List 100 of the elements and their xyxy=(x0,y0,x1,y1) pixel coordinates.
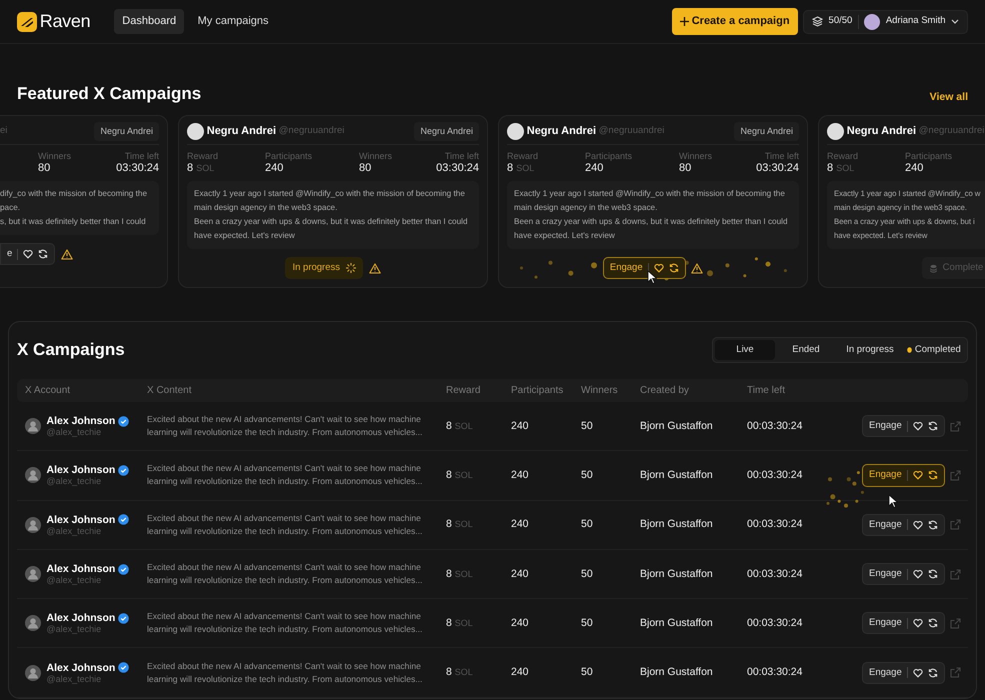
cursor-icon xyxy=(888,494,898,508)
filter-tab[interactable]: Ended xyxy=(775,340,837,360)
heart-icon xyxy=(23,249,34,259)
nav-link[interactable]: Dashboard xyxy=(114,9,184,34)
external-link-icon[interactable] xyxy=(950,667,962,678)
time-left-value: 00:03:30:24 xyxy=(747,469,802,482)
engage-button[interactable]: e xyxy=(0,242,56,266)
winners-value: 50 xyxy=(581,616,593,629)
logo-icon xyxy=(17,12,37,32)
filter-tab[interactable]: In progress xyxy=(837,340,903,360)
external-link-icon[interactable] xyxy=(950,618,962,629)
creator-tag: Negru Andrei xyxy=(734,122,799,142)
repeat-icon xyxy=(928,569,938,580)
user-silhouette-icon xyxy=(25,467,41,484)
time-left-value: 00:03:30:24 xyxy=(747,666,802,678)
stat-value: 03:30:24 xyxy=(436,162,479,175)
engage-button[interactable]: Engage xyxy=(862,415,945,438)
external-link-icon[interactable] xyxy=(950,470,962,481)
repeat-icon xyxy=(38,249,48,259)
status-button[interactable]: In progress xyxy=(285,256,364,280)
author-handle: @negruuandrei xyxy=(918,124,984,138)
stat-value: 80 xyxy=(679,162,692,175)
account-name: Alex Johnson xyxy=(46,612,116,624)
stat-value: 03:30:24 xyxy=(756,162,799,175)
column-header: X Account xyxy=(24,384,72,398)
author-name: Negru Andrei xyxy=(846,124,916,140)
engage-button[interactable]: Engage xyxy=(862,464,945,487)
credits-count: 50/50 xyxy=(828,14,852,28)
stat-label: Reward xyxy=(187,151,220,162)
author-handle: @negruuandrei xyxy=(598,124,664,138)
account-handle: @alex_techie xyxy=(46,674,102,684)
post-excerpt: Excited about the new AI advancements! Can't wait to see how machine learning will revolutionize the tech industry. From autonomous vehicles... xyxy=(147,413,424,440)
engage-button[interactable]: Engage xyxy=(862,662,945,684)
repeat-icon xyxy=(928,618,938,628)
user-silhouette-icon xyxy=(25,664,41,681)
created-by-value: Bjorn Gustaffon xyxy=(640,420,713,432)
reward-value: 8 SOL xyxy=(446,469,473,482)
filter-tab[interactable]: Completed xyxy=(903,340,965,360)
spinner-icon xyxy=(346,263,356,273)
repeat-icon xyxy=(928,421,938,432)
time-left-value: 00:03:30:24 xyxy=(747,568,802,580)
stat-value: 240 xyxy=(905,162,924,175)
stat-label: Participants xyxy=(905,151,954,162)
engage-button[interactable]: Engage xyxy=(862,612,945,634)
reward-value: 8 SOL xyxy=(446,518,473,530)
create-campaign-button[interactable]: Create a campaign xyxy=(672,8,798,35)
chevron-down-icon[interactable] xyxy=(951,18,959,24)
stat-label: Winners xyxy=(679,151,714,162)
stat-value: 80 xyxy=(359,162,372,175)
stat-value: 80 xyxy=(38,162,52,175)
column-header: X Content xyxy=(146,384,192,398)
filter-tab[interactable]: Live xyxy=(715,340,775,360)
post-excerpt: Excited about the new AI advancements! Can't wait to see how machine learning will revolutionize the tech industry. From autonomous vehicles... xyxy=(147,462,424,488)
participants-value: 240 xyxy=(511,420,529,432)
winners-value: 50 xyxy=(581,518,593,530)
user-avatar xyxy=(507,123,524,140)
engage-button[interactable]: Engage xyxy=(862,562,945,586)
external-link-icon[interactable] xyxy=(950,420,962,432)
post-text: dify_co with the mission of becoming the pace. s, but it was definitely better than I could xyxy=(0,181,159,235)
reward-value: 8 SOL xyxy=(446,568,473,580)
winners-value: 50 xyxy=(581,420,593,432)
winners-value: 50 xyxy=(581,469,593,482)
repeat-icon xyxy=(668,263,679,273)
user-avatar[interactable] xyxy=(864,14,880,30)
account-name: Alex Johnson xyxy=(46,514,116,526)
participants-value: 240 xyxy=(511,616,529,629)
user-name[interactable]: Adriana Smith xyxy=(886,14,946,29)
stat-value: 240 xyxy=(265,162,284,175)
heart-icon xyxy=(912,470,923,480)
external-link-icon[interactable] xyxy=(950,568,962,580)
winners-value: 50 xyxy=(581,568,593,580)
creator-tag: Negru Andrei xyxy=(414,122,479,142)
author-handle: ei xyxy=(0,124,8,138)
brand-name: Raven xyxy=(40,10,90,33)
reward-value: 8 SOL xyxy=(446,616,473,629)
nav-link[interactable]: My campaigns xyxy=(190,9,277,34)
created-by-value: Bjorn Gustaffon xyxy=(640,568,713,580)
external-link-icon[interactable] xyxy=(950,519,962,530)
column-header: Reward xyxy=(445,384,482,398)
stat-value: 03:30:24 xyxy=(116,162,159,175)
author-name: Negru Andrei xyxy=(526,124,596,140)
heart-icon xyxy=(912,618,923,628)
created-by-value: Bjorn Gustaffon xyxy=(640,518,713,530)
stat-label: Time left xyxy=(764,151,799,162)
engage-button[interactable]: Engage xyxy=(602,256,686,280)
heart-icon xyxy=(654,263,664,273)
view-all-link[interactable]: View all xyxy=(930,90,968,106)
heart-icon xyxy=(912,421,923,432)
column-header: Participants xyxy=(510,384,564,398)
time-left-value: 00:03:30:24 xyxy=(747,616,802,629)
repeat-icon xyxy=(928,470,938,480)
account-handle: @alex_techie xyxy=(46,624,102,634)
cursor-icon xyxy=(647,270,657,284)
stat-label: Reward xyxy=(827,151,860,162)
stat-label: Participants xyxy=(585,151,634,162)
post-excerpt: Excited about the new AI advancements! Can't wait to see how machine learning will revolutionize the tech industry. From autonomous vehicles... xyxy=(147,512,424,538)
section-title: X Campaigns xyxy=(17,339,125,362)
section-title: Featured X Campaigns xyxy=(17,83,202,106)
stat-value: 8 SOL xyxy=(187,162,216,175)
engage-button[interactable]: Engage xyxy=(862,514,945,536)
